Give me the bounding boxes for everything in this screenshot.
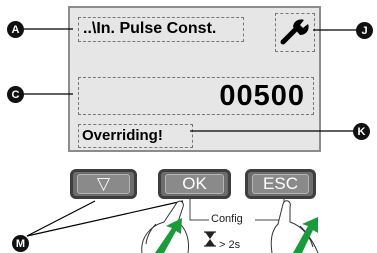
left-hand xyxy=(141,200,189,253)
callout-m-line-1 xyxy=(26,200,96,237)
right-hand xyxy=(270,200,319,253)
screen-status: Overriding! xyxy=(82,127,163,144)
status-field: Overriding! xyxy=(78,124,193,148)
config-label: Config xyxy=(211,213,243,225)
screen-value: 00500 xyxy=(219,80,305,112)
callout-k: K xyxy=(353,123,370,140)
left-press-arrow xyxy=(155,218,182,253)
wrench-icon xyxy=(280,19,309,45)
esc-button-label: ESC xyxy=(252,174,309,194)
down-button-label: ▽ xyxy=(77,174,130,194)
duration-label: > 2s xyxy=(219,239,241,251)
right-hand-finger xyxy=(299,225,314,248)
right-press-arrow xyxy=(293,217,318,253)
display-screen: ..\In. Pulse Const. 00500 Overriding! xyxy=(68,6,321,152)
down-button[interactable]: ▽ xyxy=(70,169,137,199)
esc-button[interactable]: ESC xyxy=(245,169,316,199)
left-hand-finger xyxy=(145,223,157,245)
diagram: ..\In. Pulse Const. 00500 Overriding! ▽ … xyxy=(0,0,377,253)
callout-m-line-2 xyxy=(26,200,184,237)
icon-field xyxy=(275,13,315,52)
callout-c: C xyxy=(7,86,24,103)
ok-button-label: OK xyxy=(165,174,224,194)
value-field: 00500 xyxy=(78,77,314,115)
screen-title: ..\In. Pulse Const. xyxy=(83,20,217,37)
title-field: ..\In. Pulse Const. xyxy=(78,17,244,42)
callout-j: J xyxy=(356,22,373,39)
ok-button[interactable]: OK xyxy=(158,169,231,199)
callout-m: M xyxy=(12,235,29,252)
callout-a: A xyxy=(7,21,24,38)
hourglass-icon xyxy=(204,231,216,247)
